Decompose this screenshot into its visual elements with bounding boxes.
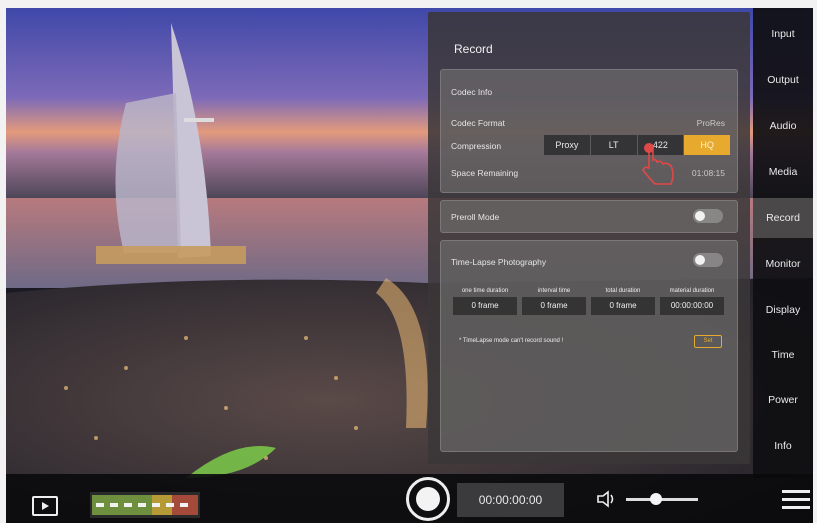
sidebar-item-info[interactable]: Info xyxy=(753,426,813,466)
material-duration-field: 00:00:00:00 xyxy=(660,297,724,315)
codec-format-value: ProRes xyxy=(696,118,725,128)
playback-button[interactable] xyxy=(32,496,58,516)
column-header: interval time xyxy=(537,288,571,294)
sidebar-item-display[interactable]: Display xyxy=(753,290,813,330)
sidebar-item-monitor[interactable]: Monitor xyxy=(753,244,813,284)
one-time-duration-field[interactable]: 0 frame xyxy=(453,297,517,315)
compression-option-hq[interactable]: HQ xyxy=(684,135,730,155)
timelapse-set-button[interactable]: Set xyxy=(694,335,722,348)
timelapse-label: Time-Lapse Photography xyxy=(451,257,547,267)
space-remaining-label: Space Remaining xyxy=(451,168,519,178)
preroll-mode-card: Preroll Mode xyxy=(440,200,738,233)
codec-info-card: Codec Info Codec Format ProRes Compressi… xyxy=(440,69,738,193)
bottom-control-bar: 00:00:00:00 xyxy=(6,474,813,523)
timelapse-settings-table: one time duration 0 frame interval time … xyxy=(451,285,726,317)
volume-slider-handle[interactable] xyxy=(650,493,662,505)
device-screen: Record Codec Info Codec Format ProRes Co… xyxy=(6,8,813,523)
sidebar-item-record[interactable]: Record xyxy=(753,198,813,238)
timelapse-toggle[interactable] xyxy=(693,253,723,267)
sidebar-item-output[interactable]: Output xyxy=(753,60,813,100)
volume-icon[interactable] xyxy=(596,489,618,509)
pointer-hand-icon xyxy=(642,143,674,185)
column-header: total duration xyxy=(605,288,641,294)
space-remaining-value: 01:08:15 xyxy=(691,168,725,178)
compression-option-proxy[interactable]: Proxy xyxy=(544,135,591,155)
preroll-mode-toggle[interactable] xyxy=(693,209,723,223)
audio-meter-icon xyxy=(90,492,200,518)
panel-title: Record xyxy=(454,42,493,56)
timecode-display: 00:00:00:00 xyxy=(457,483,564,517)
codec-format-label: Codec Format xyxy=(451,118,505,128)
column-header: material duration xyxy=(669,288,715,294)
timelapse-note: * TimeLapse mode can't record sound ! xyxy=(459,338,564,344)
codec-info-title: Codec Info xyxy=(451,87,493,97)
sidebar-item-input[interactable]: Input xyxy=(753,14,813,54)
sidebar-item-time[interactable]: Time xyxy=(753,335,813,375)
sidebar-item-power[interactable]: Power xyxy=(753,380,813,420)
sidebar-item-audio[interactable]: Audio xyxy=(753,106,813,146)
compression-label: Compression xyxy=(451,141,502,151)
preroll-mode-label: Preroll Mode xyxy=(451,212,500,222)
compression-option-lt[interactable]: LT xyxy=(590,135,638,155)
total-duration-field[interactable]: 0 frame xyxy=(591,297,655,315)
column-header: one time duration xyxy=(461,288,509,294)
sidebar-item-media[interactable]: Media xyxy=(753,152,813,192)
timelapse-card: Time-Lapse Photography one time duration… xyxy=(440,240,738,452)
settings-sidebar: Input Output Audio Media Record Monitor … xyxy=(753,8,813,478)
volume-slider[interactable] xyxy=(626,498,698,501)
record-settings-panel: Record Codec Info Codec Format ProRes Co… xyxy=(428,12,750,464)
menu-icon[interactable] xyxy=(782,490,810,512)
interval-time-field[interactable]: 0 frame xyxy=(522,297,586,315)
record-button[interactable] xyxy=(406,477,450,521)
